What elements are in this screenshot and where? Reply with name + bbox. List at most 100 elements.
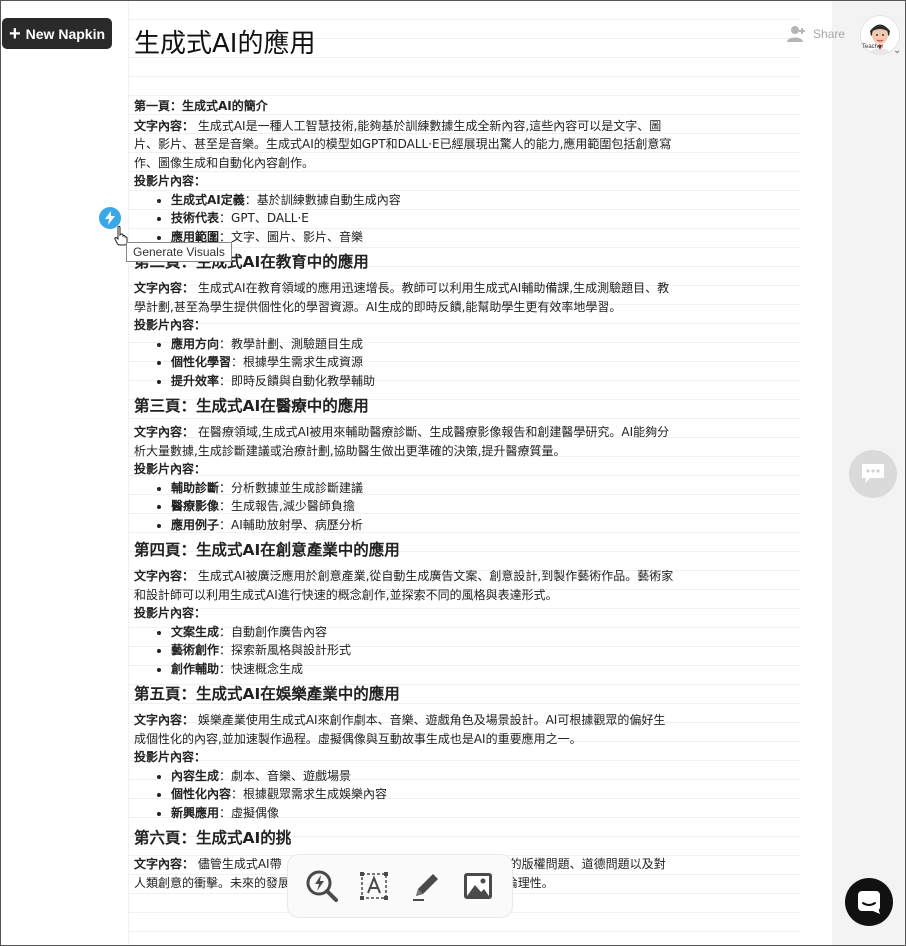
bullet-key: 創作輔助: [171, 661, 220, 676]
bullet-key: 個性化內容: [171, 787, 232, 801]
text-label: 文字內容：: [134, 281, 195, 295]
lightning-icon: [105, 211, 115, 225]
chevron-down-icon[interactable]: ⌄: [893, 45, 901, 56]
list-item[interactable]: 輔助診斷：分析數據並生成診斷建議: [171, 479, 674, 498]
slides-label: 投影片內容：: [134, 318, 207, 332]
bullet-value: ：自動創作廣告內容: [219, 624, 328, 639]
text-body: 生成式AI在教育領域的應用迅速增長。教師可以利用生成式AI輔助備課,生成測驗題目…: [134, 281, 670, 314]
list-item[interactable]: 文案生成：自動創作廣告內容: [171, 623, 674, 642]
share-label: Share: [813, 27, 846, 41]
slides-label: 投影片內容：: [134, 462, 207, 476]
text-body: 在醫療領域,生成式AI被用來輔助醫療診斷、生成醫療影像報告和創建醫學研究。AI能…: [134, 425, 670, 458]
image-tool[interactable]: [460, 868, 496, 904]
list-item[interactable]: 應用範圍：文字、圖片、影片、音樂: [171, 228, 674, 247]
new-napkin-label: New Napkin: [25, 25, 106, 42]
bullet-value: ：文字、圖片、影片、音樂: [219, 229, 364, 244]
bullet-value: ：生成報告,減少醫師負擔: [219, 499, 355, 513]
support-chat-button[interactable]: [845, 878, 893, 926]
section-text[interactable]: 文字內容： 娛樂產業使用生成式AI來創作劇本、音樂、遊戲角色及場景設計。AI可根…: [134, 711, 674, 748]
bullet-key: 技術代表: [171, 211, 220, 225]
list-item[interactable]: 醫療影像：生成報告,減少醫師負擔: [171, 497, 674, 516]
bullet-key: 新興應用: [171, 805, 220, 820]
list-item[interactable]: 創作輔助：快速概念生成: [171, 660, 674, 679]
bullet-key: 輔助診斷: [171, 480, 220, 495]
floating-toolbar: [287, 854, 513, 918]
generate-visuals-tool[interactable]: [304, 868, 340, 904]
bullet-key: 應用方向: [171, 336, 220, 351]
text-label: 文字內容：: [134, 569, 195, 583]
text-box-icon: [360, 872, 388, 900]
list-item[interactable]: 個性化內容：根據觀眾需求生成娛樂內容: [171, 785, 674, 804]
bullet-list: 應用方向：教學計劃、測驗題目生成個性化學習：根據學生需求生成資源提升效率：即時反…: [134, 335, 674, 391]
bullet-value: ：AI輔助放射學、病歷分析: [219, 517, 363, 532]
pen-icon: [413, 874, 438, 901]
slides-label: 投影片內容：: [134, 750, 207, 764]
bullet-key: 個性化學習: [171, 355, 232, 369]
section-heading[interactable]: 第四頁：生成式AI在創意產業中的應用: [134, 540, 674, 560]
chat-icon: [858, 891, 880, 914]
slides-label: 投影片內容：: [134, 606, 207, 620]
list-item[interactable]: 應用方向：教學計劃、測驗題目生成: [171, 335, 674, 354]
list-item[interactable]: 個性化學習：根據學生需求生成資源: [171, 353, 674, 372]
add-person-icon: [787, 26, 805, 42]
bullet-list: 內容生成：劇本、音樂、遊戲場景個性化內容：根據觀眾需求生成娛樂內容新興應用：虛擬…: [134, 767, 674, 823]
text-label: 文字內容：: [134, 118, 195, 133]
section-text[interactable]: 文字內容： 生成式AI在教育領域的應用迅速增長。教師可以利用生成式AI輔助備課,…: [134, 279, 674, 316]
bullet-key: 內容生成: [171, 768, 220, 783]
pen-tool[interactable]: [408, 868, 444, 904]
bullet-value: ：即時反饋與自動化教學輔助: [219, 373, 376, 388]
text-box-tool[interactable]: [356, 868, 392, 904]
bullet-value: ：劇本、音樂、遊戲場景: [219, 768, 352, 783]
avatar-label: Teacher: [862, 44, 884, 50]
bullet-list: 生成式AI定義：基於訓練數據自動生成內容技術代表：GPT、DALL·E應用範圍：…: [134, 191, 674, 247]
new-napkin-button[interactable]: + New Napkin: [2, 18, 112, 49]
text-body: 娛樂產業使用生成式AI來創作劇本、音樂、遊戲角色及場景設計。AI可根據觀眾的偏好…: [134, 713, 666, 746]
bullet-key: 醫療影像: [171, 499, 220, 513]
share-button[interactable]: Share: [787, 25, 845, 43]
page-title[interactable]: 生成式AI的應用: [134, 23, 315, 60]
list-item[interactable]: 提升效率：即時反饋與自動化教學輔助: [171, 372, 674, 391]
section-heading[interactable]: 第三頁：生成式AI在醫療中的應用: [134, 396, 674, 416]
text-label: 文字內容：: [134, 713, 195, 727]
section-text[interactable]: 文字內容： 生成式AI是一種人工智慧技術,能夠基於訓練數據生成全新內容,這些內容…: [134, 117, 674, 173]
bullet-key: 生成式AI定義: [171, 192, 245, 207]
section-heading[interactable]: 第五頁：生成式AI在娛樂產業中的應用: [134, 684, 674, 704]
text-label: 文字內容：: [134, 857, 195, 871]
app-frame: + New Napkin 生成式AI的應用 Share Teacher ⌄ 第一…: [0, 0, 906, 946]
text-label: 文字內容：: [134, 425, 195, 439]
list-item[interactable]: 生成式AI定義：基於訓練數據自動生成內容: [171, 191, 674, 210]
section-text[interactable]: 文字內容： 在醫療領域,生成式AI被用來輔助醫療診斷、生成醫療影像報告和創建醫學…: [134, 423, 674, 460]
text-body: 生成式AI被廣泛應用於創意產業,從自動生成廣告文案、創意設計,到製作藝術作品。藝…: [134, 569, 674, 602]
bullet-key: 提升效率: [171, 373, 220, 388]
bullet-key: 應用例子: [171, 517, 220, 532]
comment-button[interactable]: [849, 450, 897, 498]
bullet-value: ：根據學生需求生成資源: [231, 355, 364, 369]
list-item[interactable]: 應用例子：AI輔助放射學、病歷分析: [171, 516, 674, 535]
bullet-value: ：教學計劃、測驗題目生成: [219, 336, 364, 351]
bullet-value: ：探索新風格與設計形式: [219, 643, 352, 657]
bullet-value: ：分析數據並生成診斷建議: [219, 480, 364, 495]
section-heading[interactable]: 第一頁：生成式AI的簡介: [134, 97, 674, 116]
bullet-key: 藝術創作: [171, 643, 220, 657]
tooltip: Generate Visuals: [126, 242, 232, 262]
bullet-value: ：快速概念生成: [219, 661, 304, 676]
bullet-value: ：基於訓練數據自動生成內容: [244, 192, 401, 207]
bullet-value: ：根據觀眾需求生成娛樂內容: [231, 787, 388, 801]
image-icon: [464, 873, 492, 899]
bullet-value: ：GPT、DALL·E: [219, 211, 309, 225]
document-body[interactable]: 第一頁：生成式AI的簡介 文字內容： 生成式AI是一種人工智慧技術,能夠基於訓練數…: [134, 97, 674, 892]
section-text[interactable]: 文字內容： 生成式AI被廣泛應用於創意產業,從自動生成廣告文案、創意設計,到製作…: [134, 567, 674, 604]
comment-icon: [862, 464, 884, 483]
section-heading[interactable]: 第六頁：生成式AI的挑: [134, 828, 674, 848]
bullet-list: 文案生成：自動創作廣告內容藝術創作：探索新風格與設計形式創作輔助：快速概念生成: [134, 623, 674, 679]
generate-visuals-icon: [306, 870, 338, 902]
list-item[interactable]: 新興應用：虛擬偶像: [171, 804, 674, 823]
list-item[interactable]: 技術代表：GPT、DALL·E: [171, 209, 674, 228]
list-item[interactable]: 內容生成：劇本、音樂、遊戲場景: [171, 767, 674, 786]
list-item[interactable]: 藝術創作：探索新風格與設計形式: [171, 641, 674, 660]
plus-icon: +: [8, 22, 21, 45]
bullet-key: 文案生成: [171, 624, 220, 639]
bullet-list: 輔助診斷：分析數據並生成診斷建議醫療影像：生成報告,減少醫師負擔應用例子：AI輔…: [134, 479, 674, 535]
bullet-value: ：虛擬偶像: [219, 805, 280, 820]
slides-label: 投影片內容：: [134, 174, 207, 188]
